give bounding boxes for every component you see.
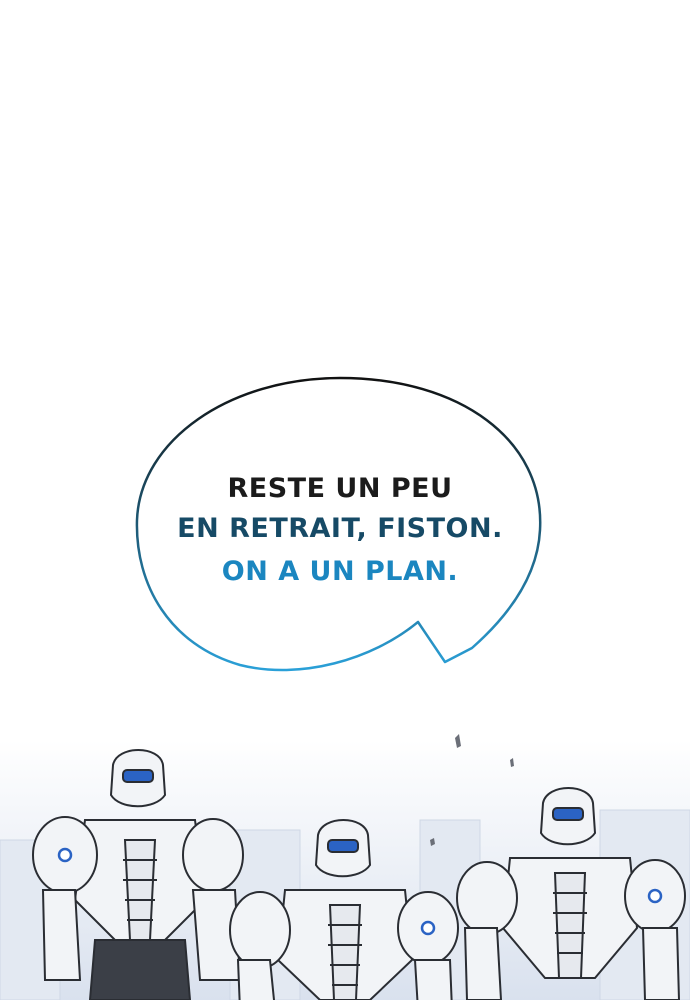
comic-panel: RESTE UN PEU EN RETRAIT, FISTON. ON A UN… [0,0,690,1000]
speech-line-2: EN RETRAIT, FISTON. [177,513,503,544]
robot-soldiers-illustration [0,734,690,1000]
speech-line-1: RESTE UN PEU [227,473,453,504]
speech-line-3: ON A UN PLAN. [221,556,459,587]
